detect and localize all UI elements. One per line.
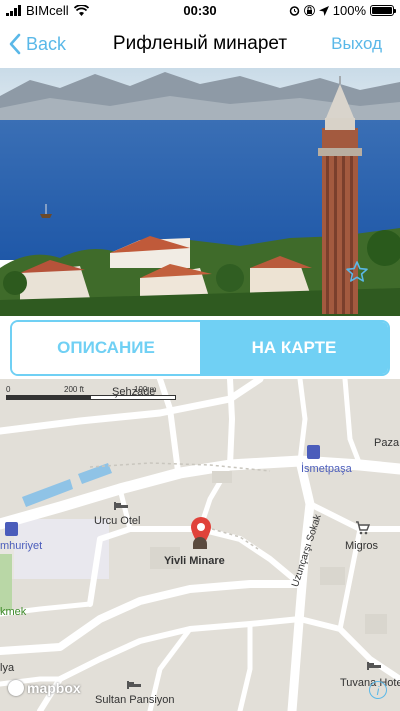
map-label-lya: lya <box>0 662 15 674</box>
landmark-photo-illustration <box>0 68 400 316</box>
map-label-sultan-pansiyon: Sultan Pansiyon <box>95 694 175 706</box>
map-label-cumhuriyet: mhuriyet <box>0 540 43 552</box>
map-label-sehzade: Şehzade <box>112 386 156 398</box>
map-label-migros: Migros <box>345 540 379 552</box>
tab-description[interactable]: ОПИСАНИЕ <box>12 322 200 374</box>
status-right: 100% <box>289 3 396 18</box>
hotel-bed-icon <box>114 502 128 510</box>
mapbox-logo-icon <box>8 680 24 696</box>
hotel-bed-icon <box>367 662 381 670</box>
view-segmented-control: ОПИСАНИЕ НА КАРТЕ <box>10 320 390 376</box>
map-label-ekmek: kmek <box>0 606 27 618</box>
map-label-yivli-minare: Yivli Minare <box>164 555 225 567</box>
mapbox-logo-text: mapbox <box>27 680 81 696</box>
landmark-photo <box>0 68 400 316</box>
exit-button[interactable]: Выход <box>331 34 382 54</box>
navigation-bar: Back Рифленый минарет Выход <box>0 22 400 68</box>
star-icon[interactable] <box>345 260 369 284</box>
map-label-ismetpasa: İsmetpaşa <box>301 463 352 475</box>
battery-percent: 100% <box>332 3 366 18</box>
tab-map[interactable]: НА КАРТЕ <box>200 322 388 374</box>
mapbox-logo[interactable]: mapbox <box>8 680 81 696</box>
tram-stop-icon <box>5 522 18 536</box>
map-label-paza: Paza <box>374 437 400 449</box>
alarm-icon <box>289 6 299 16</box>
scale-zero-label: 0 <box>6 385 11 394</box>
lock-rotation-icon <box>303 5 315 16</box>
map-label-urcu-otel: Urcu Otel <box>94 515 141 527</box>
battery-level-fill <box>372 7 392 14</box>
map-info-button[interactable]: i <box>369 681 387 699</box>
location-arrow-icon <box>318 5 329 16</box>
scale-ft-label: 200 ft <box>64 385 85 394</box>
tram-stop-icon <box>307 445 320 459</box>
monument-icon <box>193 537 207 549</box>
shopping-cart-icon <box>356 521 370 535</box>
hotel-bed-icon <box>127 681 141 689</box>
status-bar: BIMcell 00:30 100% <box>0 0 400 22</box>
battery-icon <box>370 5 396 16</box>
